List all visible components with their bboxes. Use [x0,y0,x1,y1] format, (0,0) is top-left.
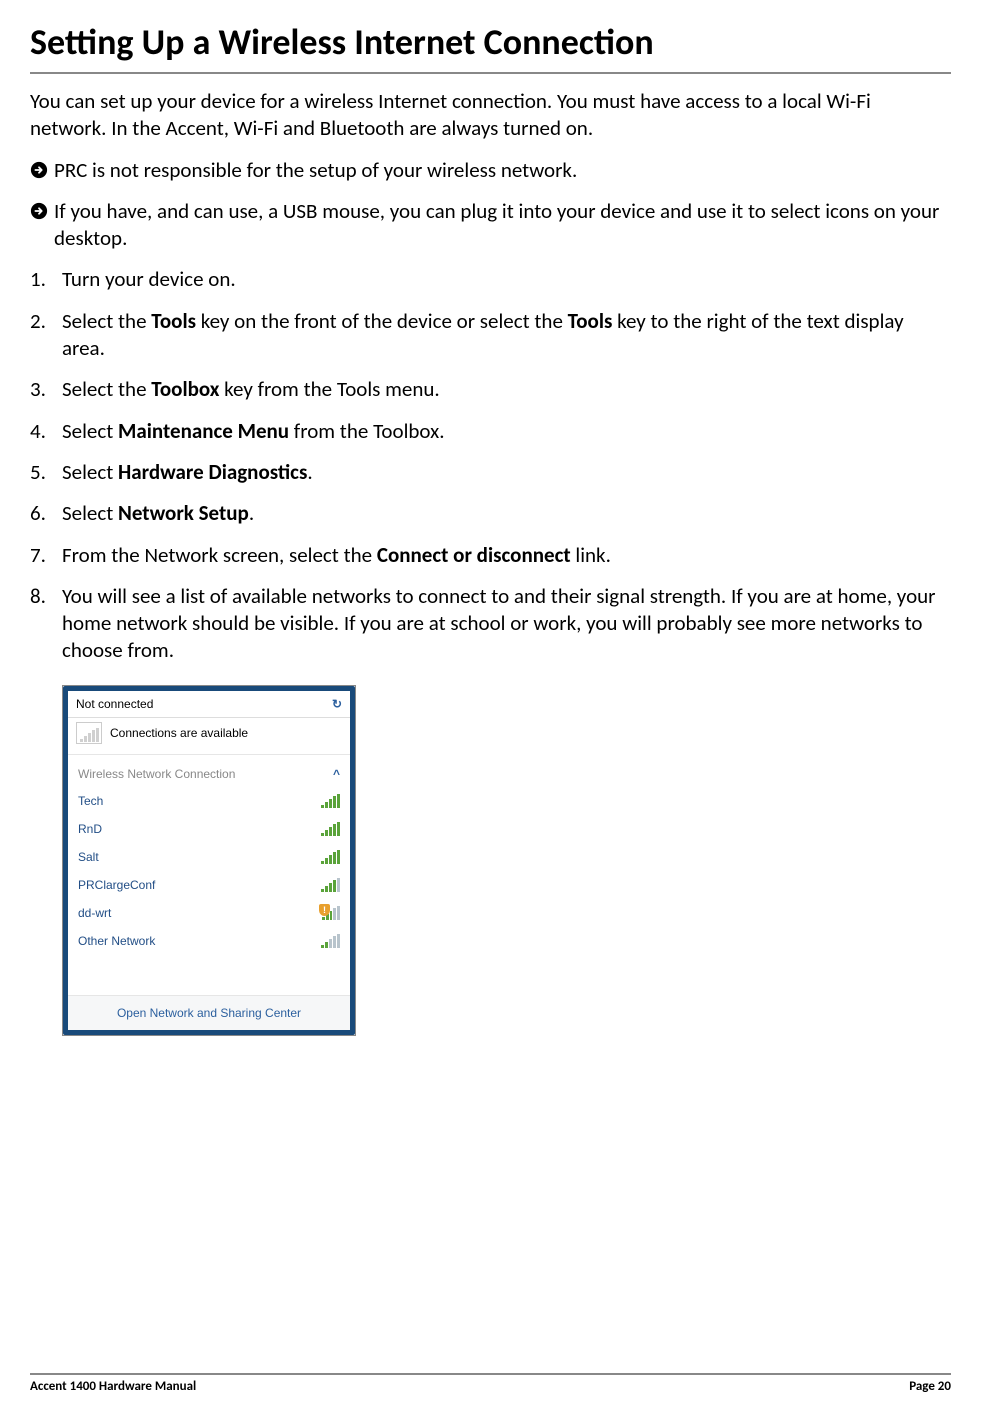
step-text: key on the front of the device or select… [196,308,568,334]
wifi-footer-link[interactable]: Open Network and Sharing Center [68,995,350,1030]
wifi-status-row: Connections are available [68,718,350,755]
signal-icon [76,722,102,744]
step-item: Turn your device on. [30,266,951,293]
wifi-network-item[interactable]: Salt [76,843,342,871]
step-text: Select [62,418,118,444]
step-item: Select the Tools key on the front of the… [30,308,951,363]
wifi-network-name: PRClargeConf [78,878,155,892]
step-text: from the Toolbox. [289,418,444,444]
wifi-section-label: Wireless Network Connection [78,767,235,781]
signal-icon [321,822,340,836]
step-item: Select Hardware Diagnostics. [30,459,951,486]
step-item: From the Network screen, select the Conn… [30,542,951,569]
signal-icon: ! [322,906,340,920]
wifi-network-item[interactable]: dd-wrt! [76,899,342,927]
wifi-network-item[interactable]: Other Network [76,927,342,955]
step-bold: Toolbox [151,376,219,402]
wifi-network-list: Tech RnD Salt PRClargeConf dd-wrt! Other Netw… [68,785,350,959]
wifi-network-name: Salt [78,850,99,864]
step-text: You will see a list of available network… [62,583,936,664]
wifi-network-name: Other Network [78,934,155,948]
signal-icon [321,878,340,892]
step-item: You will see a list of available network… [30,583,951,665]
arrow-right-icon [30,161,48,179]
steps-list: Turn your device on. Select the Tools ke… [30,266,951,678]
step-text: link. [571,542,611,568]
step-bold: Network Setup [118,500,249,526]
refresh-icon[interactable]: ↻ [332,697,342,711]
wifi-network-name: dd-wrt [78,906,111,920]
chevron-up-icon: ^ [333,767,340,781]
signal-icon [321,794,340,808]
wifi-popup-screenshot: Not connected ↻ Connections are availabl… [62,685,356,1036]
step-text: . [307,459,312,485]
note-text: PRC is not responsible for the setup of … [54,157,577,184]
step-bold: Hardware Diagnostics [118,459,307,485]
signal-icon [321,934,340,948]
step-text: Turn your device on. [62,266,236,292]
footer-left: Accent 1400 Hardware Manual [30,1379,196,1394]
wifi-network-name: RnD [78,822,102,836]
step-item: Select the Toolbox key from the Tools me… [30,376,951,403]
step-text: key from the Tools menu. [219,376,439,402]
step-bold: Maintenance Menu [118,418,289,444]
step-text: From the Network screen, select the [62,542,377,568]
page-title: Setting Up a Wireless Internet Connectio… [30,20,951,74]
arrow-right-icon [30,202,48,220]
signal-icon [321,850,340,864]
step-item: Select Network Setup. [30,500,951,527]
step-text: Select [62,500,118,526]
wifi-network-name: Tech [78,794,103,808]
step-text: Select the [62,376,151,402]
step-text: . [249,500,254,526]
footer-right: Page 20 [909,1379,951,1394]
page-footer: Accent 1400 Hardware Manual Page 20 [30,1373,951,1394]
step-bold: Tools [151,308,196,334]
wifi-network-item[interactable]: RnD [76,815,342,843]
wifi-status-text: Connections are available [110,726,248,740]
shield-icon: ! [319,904,330,916]
wifi-network-item[interactable]: Tech [76,787,342,815]
intro-paragraph: You can set up your device for a wireles… [30,88,951,143]
wifi-network-item[interactable]: PRClargeConf [76,871,342,899]
wifi-header-text: Not connected [76,697,153,711]
step-bold: Connect or disconnect [377,542,571,568]
wifi-section-header[interactable]: Wireless Network Connection ^ [68,755,350,785]
wifi-header: Not connected ↻ [68,691,350,718]
note-item: PRC is not responsible for the setup of … [30,157,951,184]
step-text: Select [62,459,118,485]
step-text: Select the [62,308,151,334]
spacer [68,959,350,995]
step-item: Select Maintenance Menu from the Toolbox… [30,418,951,445]
step-bold: Tools [568,308,613,334]
note-item: If you have, and can use, a USB mouse, y… [30,198,951,253]
note-text: If you have, and can use, a USB mouse, y… [54,198,951,253]
